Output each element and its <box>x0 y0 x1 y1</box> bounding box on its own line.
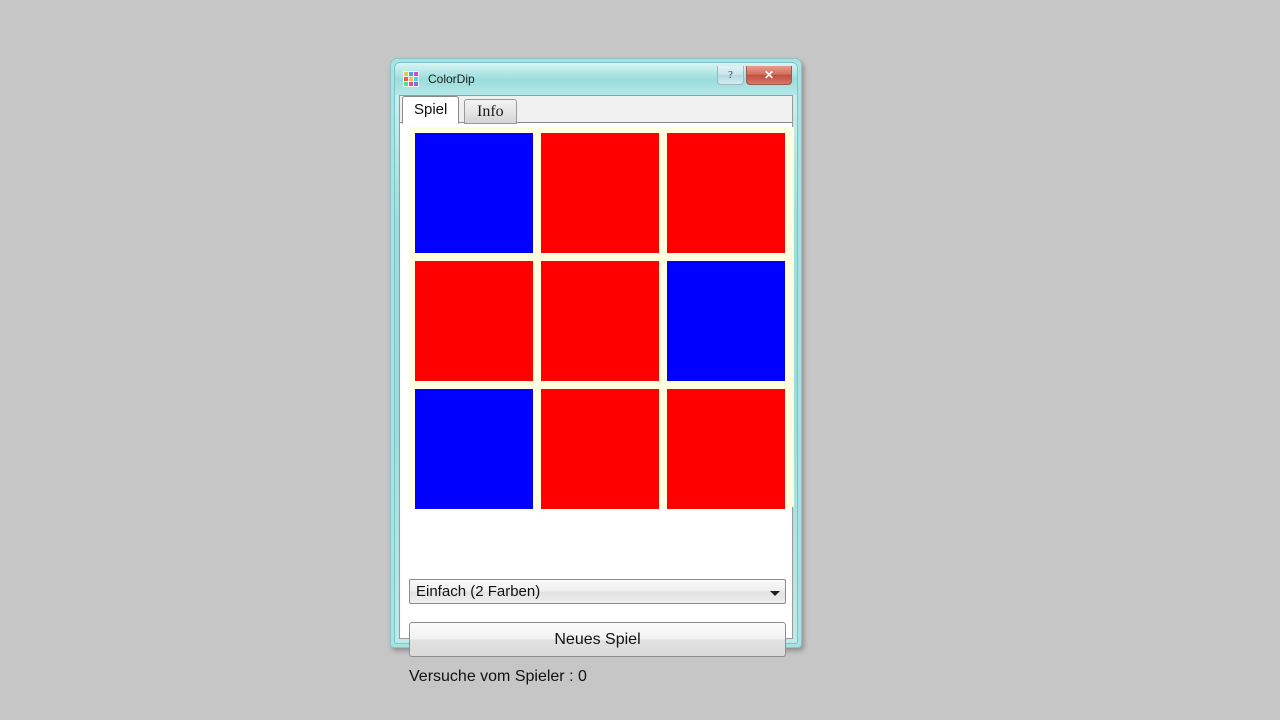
difficulty-select-value: Einfach (2 Farben) <box>416 583 541 600</box>
close-button[interactable]: ✕ <box>746 66 792 85</box>
grid-cell[interactable] <box>541 133 659 253</box>
grid-cell[interactable] <box>415 261 533 381</box>
difficulty-select[interactable]: Einfach (2 Farben) <box>409 579 786 604</box>
icon-swatch <box>414 82 418 86</box>
client-area: Spiel Info Einfach (2 Farben) Neues Spie… <box>399 95 794 685</box>
tab-spiel[interactable]: Spiel <box>402 96 460 124</box>
chevron-down-icon[interactable] <box>765 580 785 603</box>
title-bar[interactable]: ColorDip ? ✕ <box>395 63 797 95</box>
icon-swatch <box>404 82 408 86</box>
icon-swatch <box>404 72 408 76</box>
grid-cell[interactable] <box>415 133 533 253</box>
window-controls: ? ✕ <box>717 66 792 85</box>
colordip-grid-icon <box>403 71 419 87</box>
grid-cell[interactable] <box>541 261 659 381</box>
new-game-button[interactable]: Neues Spiel <box>409 622 786 657</box>
grid-cell[interactable] <box>667 389 785 509</box>
color-grid <box>409 127 794 509</box>
window-title: ColorDip <box>428 72 475 86</box>
grid-cell[interactable] <box>415 389 533 509</box>
icon-swatch <box>409 72 413 76</box>
tab-page-spiel: Einfach (2 Farben) Neues Spiel Versuche … <box>400 123 794 685</box>
icon-swatch <box>414 72 418 76</box>
grid-cell[interactable] <box>667 261 785 381</box>
tab-strip: Spiel Info <box>400 96 792 124</box>
colordip-window: ColorDip ? ✕ Spiel Info Einfach (2 Farbe… <box>390 58 802 685</box>
tab-info[interactable]: Info <box>464 99 517 124</box>
icon-swatch <box>404 77 408 81</box>
attempts-status-label: Versuche vom Spieler : 0 <box>409 668 587 685</box>
grid-cell[interactable] <box>541 389 659 509</box>
icon-swatch <box>409 82 413 86</box>
help-button[interactable]: ? <box>717 66 744 85</box>
icon-swatch <box>414 77 418 81</box>
window-frame-inner: ColorDip ? ✕ Spiel Info Einfach (2 Farbe… <box>394 62 798 685</box>
grid-cell[interactable] <box>667 133 785 253</box>
icon-swatch <box>409 77 413 81</box>
